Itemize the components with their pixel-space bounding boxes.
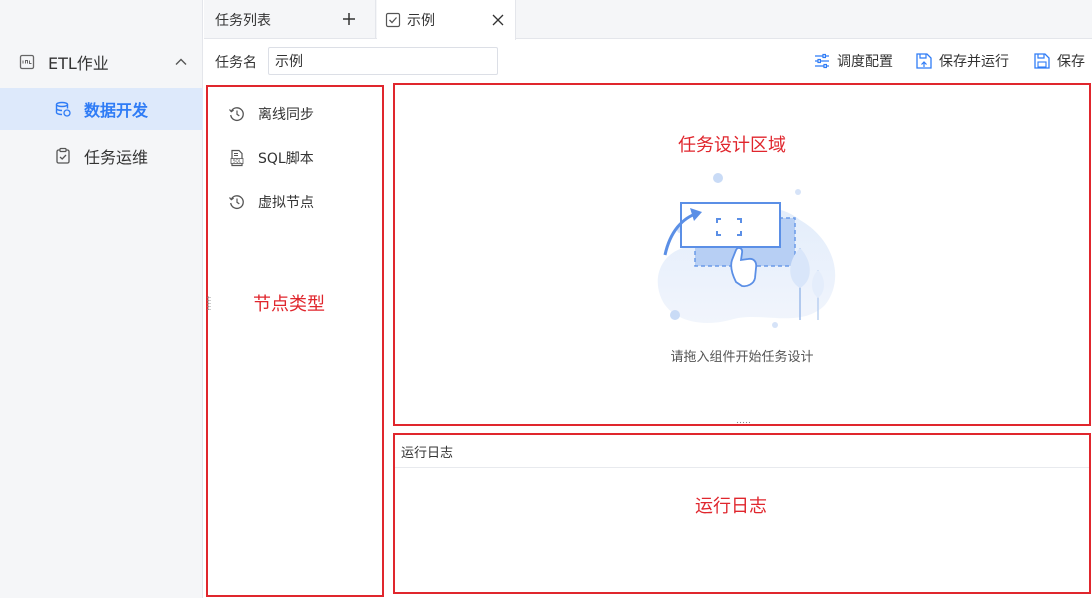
save-button[interactable]: 保存 [1033,50,1085,72]
save-and-run-button[interactable]: 保存并运行 [915,50,1009,72]
virtual-node-icon [228,193,246,211]
split-resize-handle[interactable] [736,421,750,424]
node-item-label: SQL脚本 [258,151,314,167]
node-type-panel: 离线同步 SQL SQL脚本 虚拟节点 节点类型 [206,85,384,597]
run-log-panel: 运行日志 运行日志 [393,433,1091,594]
database-icon [54,100,72,118]
sliders-icon [813,52,831,70]
clipboard-check-icon [54,147,72,165]
panel-resize-handle[interactable] [207,296,211,310]
sidebar-item-label: 数据开发 [84,101,149,120]
sidebar-item-label: 任务运维 [84,148,149,167]
node-item-offline-sync[interactable]: 离线同步 [228,102,314,126]
empty-canvas-hint: 请拖入组件开始任务设计 [670,350,814,365]
run-log-header: 运行日志 [395,435,1089,468]
run-log-annotation: 运行日志 [695,496,767,517]
sidebar-group-label: ETL作业 [48,54,109,73]
node-item-virtual-node[interactable]: 虚拟节点 [228,190,314,214]
etl-icon [18,53,36,71]
sidebar-group-etl[interactable]: ETL作业 [0,40,203,84]
sql-script-icon: SQL [228,149,246,167]
tab-bar: 任务列表 示例 [204,0,1092,40]
sidebar-item-data-dev[interactable]: 数据开发 [0,88,203,130]
node-item-sql-script[interactable]: SQL SQL脚本 [228,146,314,170]
svg-text:SQL: SQL [233,159,242,164]
sync-icon [228,105,246,123]
tab-demo[interactable]: 示例 [377,0,516,40]
schedule-config-button[interactable]: 调度配置 [813,50,893,72]
app-root: ETL作业 数据开发 任务运维 任务列表 示例 任务名 示例 调度配置 保存并运… [0,0,1092,598]
design-area-annotation: 任务设计区域 [678,135,786,156]
node-item-label: 离线同步 [258,107,314,123]
sidebar: ETL作业 数据开发 任务运维 [0,0,203,598]
close-icon[interactable] [491,12,505,26]
save-and-run-label: 保存并运行 [939,54,1009,70]
task-design-area[interactable]: 任务设计区域 请拖入组件开始任务设计 [393,83,1091,426]
tab-task-list[interactable]: 任务列表 [204,0,376,39]
task-name-label: 任务名 [215,55,257,71]
tab-label: 任务列表 [215,12,271,29]
task-name-input[interactable] [268,47,498,75]
empty-canvas-illustration [650,170,840,330]
node-item-label: 虚拟节点 [258,195,314,211]
sidebar-item-task-ops[interactable]: 任务运维 [0,135,203,177]
save-label: 保存 [1057,54,1085,70]
schedule-config-label: 调度配置 [837,54,893,70]
save-run-icon [915,52,933,70]
plus-icon[interactable] [341,11,357,27]
node-type-annotation: 节点类型 [253,294,325,315]
task-check-icon [385,12,401,28]
save-icon [1033,52,1051,70]
tab-label: 示例 [407,13,435,29]
chevron-up-icon[interactable] [173,54,189,70]
